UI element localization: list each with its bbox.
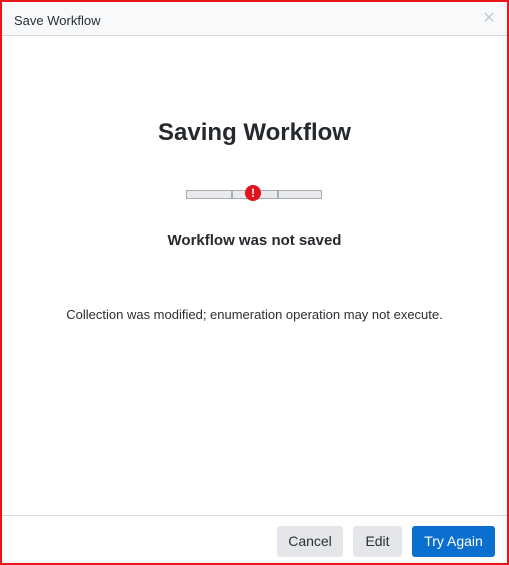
edit-button[interactable]: Edit (353, 526, 402, 557)
cancel-button[interactable]: Cancel (277, 526, 343, 557)
progress-segment-1 (186, 190, 232, 199)
save-status-text: Workflow was not saved (167, 232, 342, 249)
progress-segment-3 (278, 190, 322, 199)
saving-heading: Saving Workflow (158, 119, 351, 146)
error-message: Collection was modified; enumeration ope… (66, 307, 443, 322)
exclamation-circle-icon: ! (245, 185, 261, 201)
dialog-footer: Cancel Edit Try Again (2, 515, 507, 564)
dialog-titlebar: Save Workflow ✕ (2, 2, 507, 36)
close-icon[interactable]: ✕ (481, 11, 497, 27)
dialog-title: Save Workflow (14, 13, 101, 28)
save-progress-indicator: ! (186, 185, 322, 201)
save-workflow-dialog: Save Workflow ✕ Saving Workflow ! Workfl… (0, 0, 509, 565)
try-again-button[interactable]: Try Again (412, 526, 495, 557)
